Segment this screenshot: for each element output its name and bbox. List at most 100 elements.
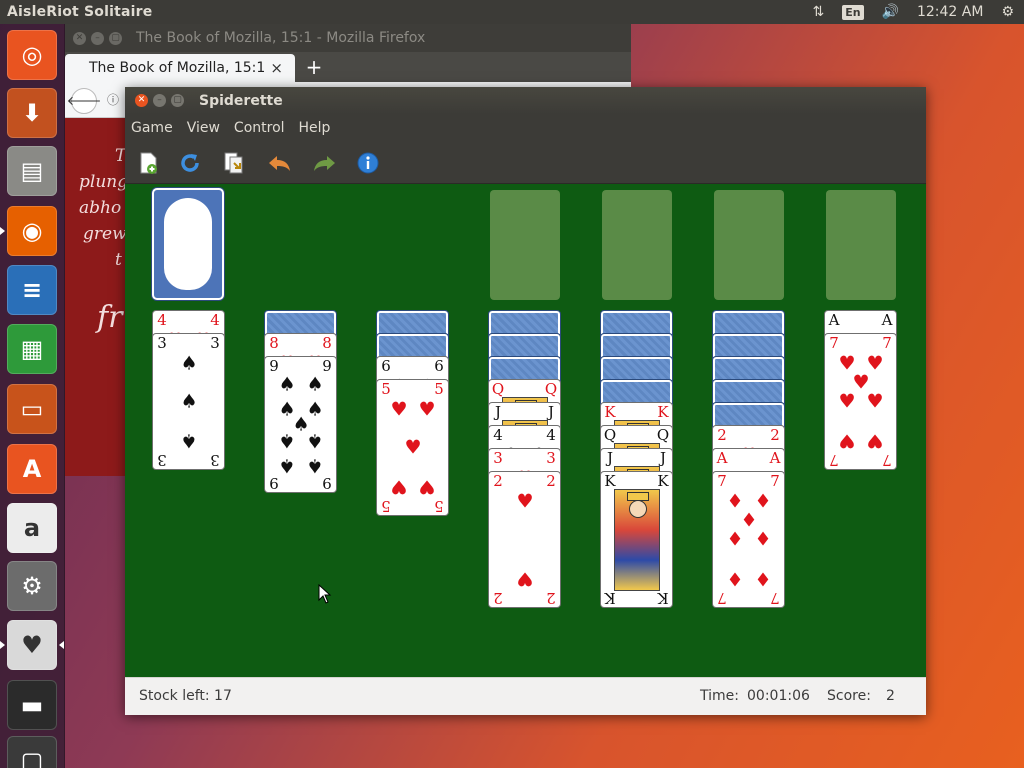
window-maximize-button[interactable]: ▢	[171, 94, 184, 107]
ubuntu-dash-icon: ◎	[21, 41, 43, 69]
panel-indicators: ⇅ En 🔊 12:42 AM ⚙	[812, 0, 1014, 24]
card-index: 7	[829, 451, 839, 469]
menu-game[interactable]: Game	[131, 120, 173, 136]
site-info-icon[interactable]: ⓘ	[107, 91, 119, 108]
book-text-fragment: grew	[83, 224, 127, 244]
stock-pile[interactable]	[152, 188, 224, 300]
trash-icon: ▢	[20, 747, 44, 768]
launcher-files[interactable]: ▤	[7, 146, 57, 196]
launcher-libreoffice-writer[interactable]: ≡	[7, 265, 57, 315]
launcher-system-installer[interactable]: ⬇	[7, 88, 57, 138]
disk-drive-icon: ▬	[20, 691, 44, 719]
card-index: A	[716, 449, 728, 467]
card-7-♥[interactable]: 7 7 7 7 ♥ ♥ ♥ ♥ ♥ ♥ ♥	[824, 333, 897, 470]
libreoffice-writer-icon: ≡	[21, 276, 43, 304]
menu-control[interactable]: Control	[234, 120, 285, 136]
gnome-foot-icon	[164, 198, 212, 290]
statusbar: Stock left: 17 Time: 00:01:06 Score: 2	[125, 677, 926, 715]
card-index: 7	[717, 472, 727, 490]
card-index: 2	[717, 426, 727, 444]
power-gear-icon[interactable]: ⚙	[1001, 4, 1014, 20]
redo-button[interactable]	[309, 148, 339, 178]
time-value: 00:01:06	[747, 688, 810, 704]
suit-pip: ♠	[278, 454, 296, 477]
suit-pip: ♦	[726, 567, 744, 590]
card-index: 2	[546, 589, 556, 607]
launcher-disk-drive[interactable]: ▬	[7, 680, 57, 730]
launcher-firefox[interactable]: ◉	[7, 206, 57, 256]
firefox-titlebar[interactable]: ✕ – ▢ The Book of Mozilla, 15:1 - Mozill…	[65, 24, 631, 52]
foundation-slot[interactable]	[602, 190, 672, 300]
card-index: 7	[770, 589, 780, 607]
card-2-♥[interactable]: 2 2 2 2 ♥ ♥	[488, 471, 561, 608]
card-index: K	[657, 472, 669, 490]
firefox-tab[interactable]: The Book of Mozilla, 15:1 ×	[65, 54, 295, 82]
undo-button[interactable]	[265, 148, 295, 178]
window-minimize-button[interactable]: –	[153, 94, 166, 107]
volume-icon[interactable]: 🔊	[882, 4, 899, 20]
card-index: K	[604, 472, 616, 490]
libreoffice-impress-icon: ▭	[20, 395, 44, 423]
back-arrow-icon: 🡐	[66, 94, 102, 109]
keyboard-language-icon[interactable]: En	[842, 4, 864, 20]
card-index: Q	[656, 426, 670, 444]
menu-help[interactable]: Help	[299, 120, 331, 136]
deal-button[interactable]	[219, 148, 249, 178]
launcher-trash[interactable]: ▢	[7, 736, 57, 768]
suit-pip: ♦	[754, 528, 772, 551]
card-9-♠[interactable]: 9 9 9 9 ♠ ♠ ♠ ♠ ♠ ♠ ♠ ♠ ♠	[264, 356, 337, 493]
window-close-button[interactable]: ✕	[135, 94, 148, 107]
help-button[interactable]	[353, 148, 383, 178]
running-indicator	[0, 227, 5, 235]
card-3-♠[interactable]: 3 3 3 3 ♠ ♠ ♠	[152, 333, 225, 470]
card-index: A	[828, 311, 840, 329]
foundation-slot[interactable]	[714, 190, 784, 300]
card-index: 3	[210, 334, 220, 352]
tab-close-icon[interactable]: ×	[270, 59, 283, 77]
suit-pip: ♠	[180, 352, 198, 375]
libreoffice-calc-icon: ▦	[20, 335, 44, 363]
card-index: 5	[381, 497, 391, 515]
new-game-button[interactable]	[133, 148, 163, 178]
book-text-fragment: plung	[79, 172, 129, 192]
spiderette-window[interactable]: ✕ – ▢ Spiderette Game View Control Help	[125, 87, 926, 715]
launcher-ubuntu-software[interactable]: A	[7, 444, 57, 494]
launcher-system-settings[interactable]: ⚙	[7, 561, 57, 611]
launcher-aisleriot-solitaire[interactable]: ♥	[7, 620, 57, 670]
launcher-amazon[interactable]: a	[7, 503, 57, 553]
clock[interactable]: 12:42 AM	[917, 4, 983, 20]
card-index: K	[657, 589, 669, 607]
suit-pip: ♥	[838, 429, 856, 452]
focused-indicator	[59, 641, 64, 649]
firefox-minimize-button[interactable]: –	[91, 31, 104, 45]
launcher-libreoffice-calc[interactable]: ▦	[7, 324, 57, 374]
card-index: 6	[381, 357, 391, 375]
new-tab-button[interactable]: +	[301, 54, 327, 80]
card-7-♦[interactable]: 7 7 7 7 ♦ ♦ ♦ ♦ ♦ ♦ ♦	[712, 471, 785, 608]
menu-view[interactable]: View	[187, 120, 220, 136]
suit-pip: ♠	[180, 390, 198, 413]
firefox-tabbar: The Book of Mozilla, 15:1 × +	[65, 52, 631, 82]
launcher-ubuntu-dash[interactable]: ◎	[7, 30, 57, 80]
foundation-slot[interactable]	[826, 190, 896, 300]
card-index: K	[657, 403, 669, 421]
network-icon[interactable]: ⇅	[812, 4, 824, 20]
card-index: 8	[269, 334, 279, 352]
restart-button[interactable]	[175, 148, 205, 178]
card-5-♥[interactable]: 5 5 5 5 ♥ ♥ ♥ ♥ ♥	[376, 379, 449, 516]
spiderette-titlebar[interactable]: ✕ – ▢ Spiderette	[125, 87, 926, 114]
game-board[interactable]: 4444♥♥♥♥3333♠♠♠8888♥♥♥♥♥♥♥♥9999♠♠♠♠♠♠♠♠♠…	[125, 184, 926, 677]
back-button[interactable]: 🡐	[67, 88, 101, 114]
suit-pip: ♠	[306, 373, 324, 396]
suit-pip: ♥	[390, 398, 408, 421]
card-index: 4	[546, 426, 556, 444]
card-index: 2	[493, 472, 503, 490]
firefox-close-button[interactable]: ✕	[73, 31, 86, 45]
card-index: J	[547, 403, 554, 421]
firefox-maximize-button[interactable]: ▢	[109, 31, 122, 45]
card-K-♣[interactable]: K K K K	[600, 471, 673, 608]
amazon-icon: a	[23, 514, 41, 542]
card-index: 5	[434, 380, 444, 398]
foundation-slot[interactable]	[490, 190, 560, 300]
launcher-libreoffice-impress[interactable]: ▭	[7, 384, 57, 434]
